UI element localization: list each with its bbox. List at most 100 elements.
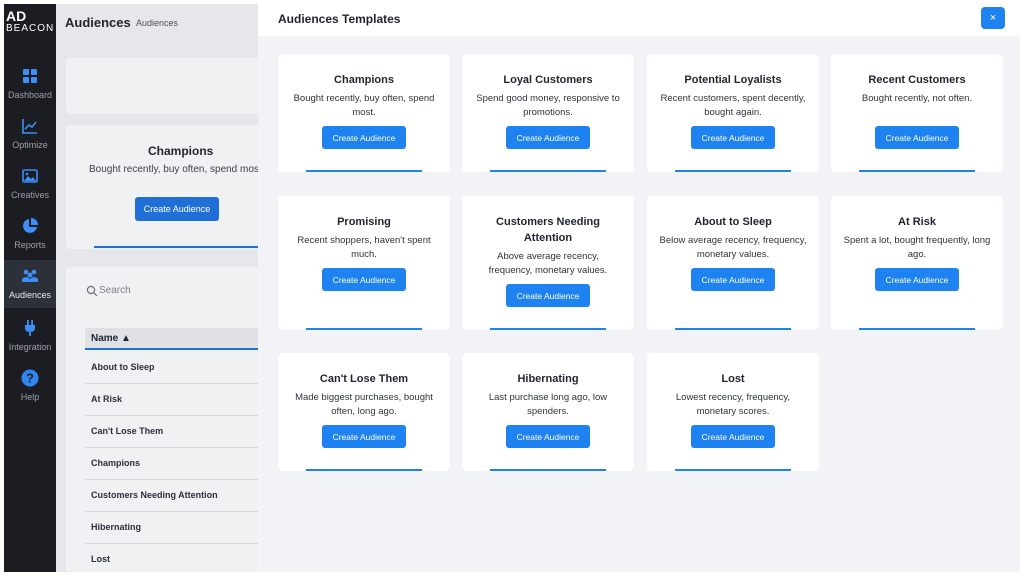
table-cell-name: About to Sleep	[91, 362, 155, 372]
create-audience-button[interactable]: Create Audience	[506, 284, 590, 307]
template-card-at-risk: At Risk Spent a lot, bought frequently, …	[831, 196, 1003, 330]
table-cell-name: Hibernating	[91, 522, 142, 532]
template-card-lost: Lost Lowest recency, frequency, monetary…	[647, 353, 819, 471]
logo: AD BEACON	[4, 8, 56, 48]
panel-title: Audiences Templates	[278, 12, 401, 26]
card-underline	[306, 469, 422, 471]
create-audience-button[interactable]: Create Audience	[875, 268, 959, 291]
template-card-desc: Last purchase long ago, low spenders.	[488, 392, 608, 417]
table-header-label: Name ▲	[91, 333, 131, 344]
sidebar-item-integration[interactable]: Integration	[4, 312, 56, 360]
svg-text:?: ?	[26, 371, 34, 386]
card-underline	[859, 170, 975, 172]
logo-line2: BEACON	[6, 23, 55, 34]
sidebar-item-label: Integration	[8, 342, 52, 352]
sidebar-item-dashboard[interactable]: Dashboard	[4, 60, 56, 108]
background-card-title: Champions	[148, 144, 214, 158]
template-card-recent-customers: Recent Customers Bought recently, not of…	[831, 54, 1003, 172]
table-cell-name: At Risk	[91, 394, 123, 404]
audience-templates-panel: Audiences Templates × Champions Bought r…	[258, 4, 1020, 572]
background-create-audience-button[interactable]: Create Audience	[135, 197, 219, 221]
create-audience-button[interactable]: Create Audience	[322, 268, 406, 291]
template-card-potential-loyalists: Potential Loyalists Recent customers, sp…	[647, 54, 819, 172]
sidebar-item-help[interactable]: ? Help	[4, 362, 56, 410]
table-cell-name: Champions	[91, 458, 141, 468]
template-card-title: Loyal Customers	[503, 74, 593, 86]
create-audience-button[interactable]: Create Audience	[322, 126, 406, 149]
panel-header: Audiences Templates ×	[258, 4, 1020, 36]
search-icon	[86, 285, 98, 297]
sidebar-item-optimize[interactable]: Optimize	[4, 110, 56, 158]
card-underline	[306, 328, 422, 330]
card-underline	[675, 469, 791, 471]
card-underline	[675, 170, 791, 172]
table-row[interactable]: Hibernating	[85, 512, 266, 544]
table-cell-name: Can't Lose Them	[91, 426, 164, 436]
template-card-desc: Lowest recency, frequency, monetary scor…	[675, 392, 791, 417]
template-card-title: Champions	[334, 74, 394, 86]
create-audience-button[interactable]: Create Audience	[691, 268, 775, 291]
create-audience-button[interactable]: Create Audience	[506, 126, 590, 149]
table-row[interactable]: Customers Needing Attention	[85, 480, 266, 512]
template-card-loyal-customers: Loyal Customers Spend good money, respon…	[462, 54, 634, 172]
card-underline	[490, 469, 606, 471]
chart-line-icon	[22, 119, 37, 134]
create-audience-button[interactable]: Create Audience	[691, 425, 775, 448]
table-cell-name: Customers Needing Attention	[91, 490, 218, 500]
sidebar-item-label: Audiences	[8, 290, 52, 300]
template-card-title: Can't Lose Them	[319, 373, 409, 385]
template-card-title: About to Sleep	[694, 216, 772, 228]
plug-icon	[25, 320, 35, 336]
sidebar-item-label: Optimize	[12, 140, 48, 150]
create-audience-button[interactable]: Create Audience	[322, 425, 406, 448]
create-audience-button[interactable]: Create Audience	[875, 126, 959, 149]
sidebar-item-creatives[interactable]: Creatives	[4, 160, 56, 208]
template-card-desc: Bought recently, not often.	[861, 93, 973, 104]
table-row[interactable]: Can't Lose Them	[85, 416, 266, 448]
image-icon	[22, 169, 38, 183]
card-underline	[859, 328, 975, 330]
sidebar-item-label: Reports	[14, 240, 46, 250]
pie-chart-icon	[23, 218, 38, 233]
card-underline	[490, 170, 606, 172]
template-card-champions: Champions Bought recently, buy often, sp…	[278, 54, 450, 172]
template-card-title: Potential Loyalists	[684, 74, 782, 86]
template-card-desc: Made biggest purchases, bought often, lo…	[295, 392, 433, 417]
template-card-about-to-sleep: About to Sleep Below average recency, fr…	[647, 196, 819, 330]
create-audience-button[interactable]: Create Audience	[691, 126, 775, 149]
template-card-promising: Promising Recent shoppers, haven't spent…	[278, 196, 450, 330]
search-input[interactable]: Search	[99, 285, 131, 296]
template-card-desc: Recent customers, spent decently, bought…	[660, 93, 806, 118]
toolbar-area	[66, 58, 266, 114]
table-header-name[interactable]: Name ▲	[85, 328, 266, 350]
template-card-desc: Spent a lot, bought frequently, long ago…	[843, 235, 991, 260]
close-button[interactable]: ×	[981, 7, 1005, 29]
template-card-desc: Recent shoppers, haven't spent much.	[297, 235, 431, 260]
template-card-hibernating: Hibernating Last purchase long ago, low …	[462, 353, 634, 471]
create-audience-button[interactable]: Create Audience	[506, 425, 590, 448]
card-underline	[490, 328, 606, 330]
template-card-cant-lose-them: Can't Lose Them Made biggest purchases, …	[278, 353, 450, 471]
template-card-desc: Bought recently, buy often, spend most.	[293, 93, 435, 118]
logo-line1: AD	[6, 8, 27, 24]
background-card-desc: Bought recently, buy often, spend most.	[89, 164, 259, 175]
sidebar-item-label: Creatives	[10, 190, 49, 200]
template-card-customers-needing-attention: Customers Needing Attention Above averag…	[462, 196, 634, 330]
card-underline	[306, 170, 422, 172]
table-row[interactable]: About to Sleep	[85, 352, 266, 384]
dashboard-icon	[23, 69, 37, 83]
template-card-title: At Risk	[898, 216, 936, 228]
sidebar-item-label: Help	[20, 392, 40, 402]
table-row[interactable]: Champions	[85, 448, 266, 480]
template-card-title: Hibernating	[517, 373, 579, 385]
template-card-desc: Below average recency, frequency, moneta…	[659, 235, 807, 260]
users-icon	[22, 269, 38, 282]
breadcrumb: Audiences	[136, 18, 179, 28]
sidebar-item-reports[interactable]: Reports	[4, 210, 56, 258]
card-underline	[675, 328, 791, 330]
sidebar-item-audiences[interactable]: Audiences	[4, 260, 56, 308]
page-title: Audiences	[65, 15, 131, 30]
help-icon: ?	[21, 369, 39, 387]
table-row[interactable]: At Risk	[85, 384, 266, 416]
table-row[interactable]: Lost	[85, 544, 266, 572]
